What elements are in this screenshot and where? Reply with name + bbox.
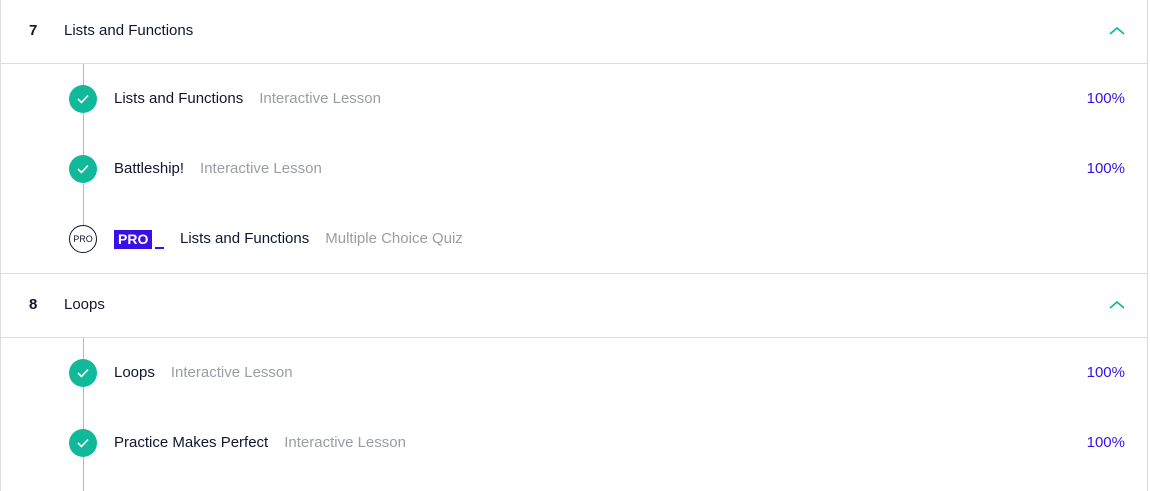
pro-badge-underline — [155, 247, 164, 249]
pro-badge: PRO — [114, 230, 153, 249]
checkmark-icon — [69, 359, 97, 387]
lesson-type: Interactive Lesson — [259, 90, 381, 107]
lesson-title: Practice Makes Perfect — [114, 434, 269, 451]
lesson-link[interactable]: Battleship! Interactive Lesson — [114, 149, 322, 189]
syllabus: 7 Lists and Functions Lists and Function… — [0, 0, 1148, 491]
module-title: Lists and Functions — [64, 22, 194, 39]
lesson-type: Interactive Lesson — [170, 364, 293, 381]
lesson-link[interactable]: Lists and Functions Interactive Lesson — [114, 79, 381, 119]
list-item[interactable]: Battleship! Interactive Lesson 100% — [1, 149, 1147, 189]
chevron-up-icon[interactable] — [1108, 25, 1126, 37]
quiz-link[interactable]: Lists and Functions Multiple Choice Quiz — [180, 219, 463, 259]
progress-percent: 100% — [1086, 90, 1125, 107]
list-item[interactable]: Loops Interactive Lesson 100% — [1, 353, 1147, 393]
module-number: 7 — [29, 22, 38, 39]
module-title: Loops — [64, 296, 105, 313]
list-item[interactable]: PRO PRO Lists and Functions Multiple Choi… — [1, 219, 1147, 259]
progress-percent: 100% — [1086, 364, 1125, 381]
lesson-link[interactable]: Practice Makes Perfect Interactive Lesson — [114, 423, 406, 463]
module-header-7[interactable]: 7 Lists and Functions — [1, 0, 1147, 64]
lesson-title: Lists and Functions — [114, 90, 244, 107]
lesson-title: Loops — [114, 364, 155, 381]
module-body-7: Lists and Functions Interactive Lesson 10… — [1, 64, 1147, 274]
checkmark-icon — [69, 155, 97, 183]
lesson-link[interactable]: Loops Interactive Lesson — [114, 353, 293, 393]
list-item[interactable]: Lists and Functions Interactive Lesson 10… — [1, 79, 1147, 119]
progress-percent: 100% — [1086, 160, 1125, 177]
progress-percent: 100% — [1086, 434, 1125, 451]
lesson-title: Battleship! — [114, 160, 185, 177]
chevron-up-icon[interactable] — [1108, 299, 1126, 311]
module-number: 8 — [29, 296, 38, 313]
quiz-type: Multiple Choice Quiz — [325, 230, 463, 247]
checkmark-icon — [69, 85, 97, 113]
list-item[interactable]: Practice Makes Perfect Interactive Lesson… — [1, 423, 1147, 463]
module-body-8: Loops Interactive Lesson 100% Practice Ma… — [1, 338, 1147, 491]
checkmark-icon — [69, 429, 97, 457]
lesson-type: Interactive Lesson — [284, 434, 406, 451]
lesson-type: Interactive Lesson — [200, 160, 322, 177]
quiz-title: Lists and Functions — [180, 230, 310, 247]
pro-circle-icon: PRO — [69, 225, 97, 253]
module-header-8[interactable]: 8 Loops — [1, 274, 1147, 338]
